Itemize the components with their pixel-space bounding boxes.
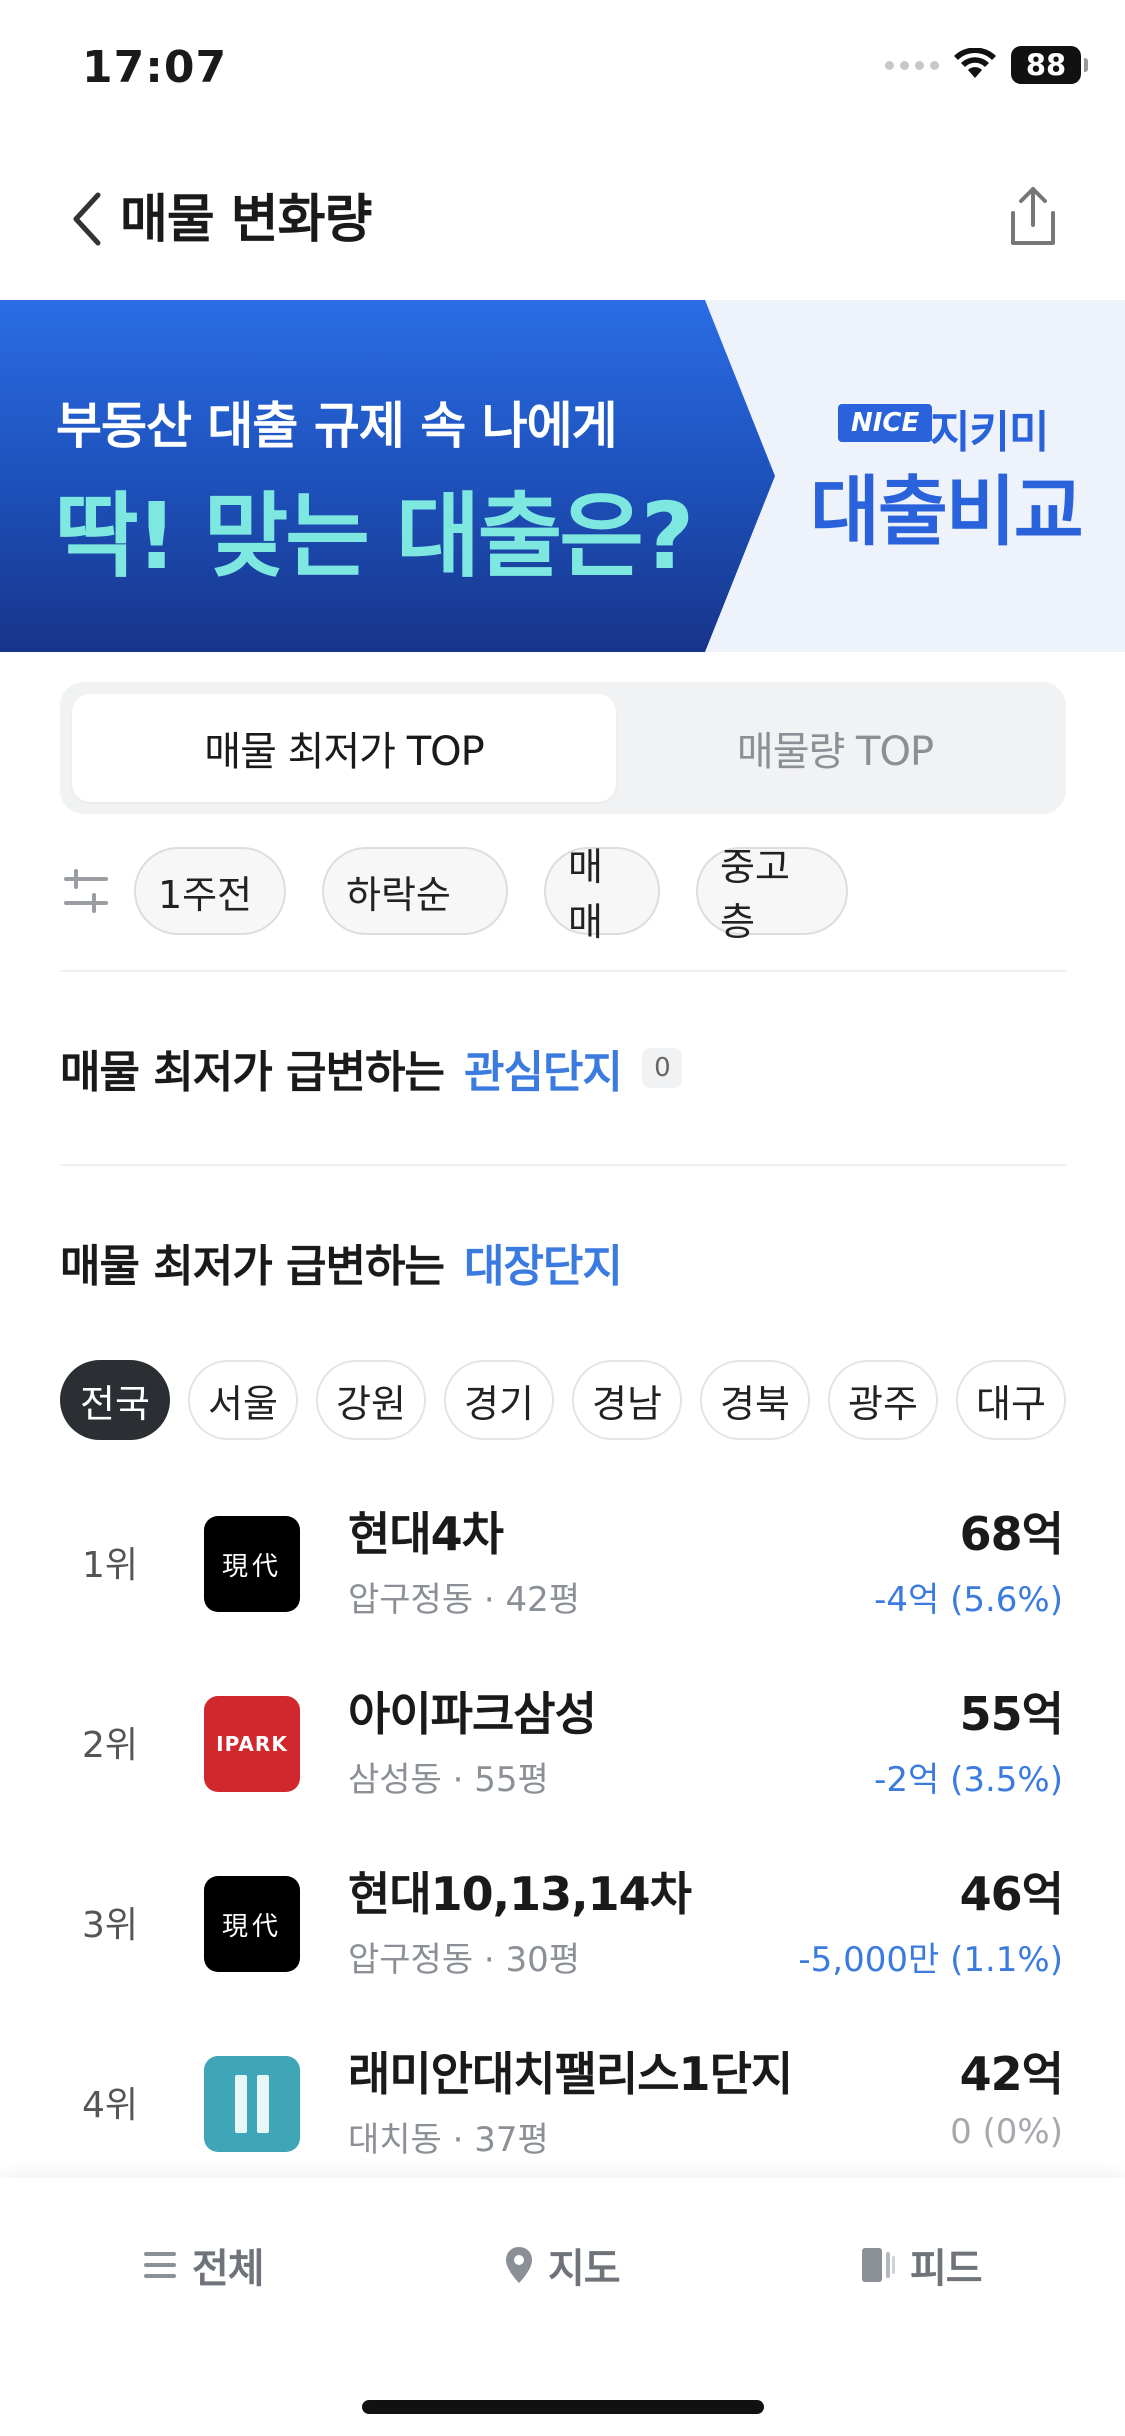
region-chip-gangwon[interactable]: 강원	[316, 1360, 426, 1440]
nav-all-label: 전체	[192, 2246, 265, 2292]
section-title-prefix: 매물 최저가 급변하는	[60, 1047, 445, 1098]
region-chip-seoul[interactable]: 서울	[188, 1360, 298, 1440]
filter-sliders-icon[interactable]	[60, 865, 112, 917]
price-change: -5,000만 (1.1%)	[798, 1940, 1063, 1980]
nav-map-label: 지도	[548, 2246, 621, 2292]
region-chip-gwangju[interactable]: 광주	[828, 1360, 938, 1440]
tab-lowest-price-top[interactable]: 매물 최저가 TOP	[72, 694, 616, 802]
major-section-title: 매물 최저가 급변하는 대장단지	[60, 1230, 623, 1294]
interest-count-badge: 0	[641, 1048, 682, 1088]
ranking-item[interactable]: 1위 現代 현대4차 압구정동 · 42평 68억 -4억 (5.6%)	[0, 1470, 1125, 1650]
battery-indicator: 88	[1011, 46, 1088, 84]
banner-left-panel: 부동산 대출 규제 속 나에게 딱! 맞는 대출은?	[0, 300, 775, 652]
lowest-price: 55억	[959, 1687, 1064, 1741]
complex-location-size: 대치동 · 37평	[348, 2120, 549, 2160]
ipark-logo: IPARK	[204, 1696, 300, 1792]
nav-map[interactable]: 지도	[504, 2230, 621, 2300]
cellular-signal-icon	[885, 60, 939, 70]
filter-row: 1주전 하락순 매매 중고층	[60, 845, 1066, 944]
divider	[60, 970, 1066, 972]
nav-feed[interactable]: 피드	[860, 2230, 983, 2300]
nav-feed-label: 피드	[910, 2246, 983, 2292]
bottom-nav: 전체 지도 피드	[0, 2178, 1125, 2436]
raemian-logo	[204, 2056, 300, 2152]
price-change: -4억 (5.6%)	[874, 1580, 1063, 1620]
lowest-price: 42억	[959, 2047, 1064, 2101]
section-title-accent: 관심단지	[463, 1047, 623, 1098]
region-chip-gyeonggi[interactable]: 경기	[444, 1360, 554, 1440]
section-title-accent: 대장단지	[463, 1241, 623, 1292]
rank-number: 4위	[82, 2085, 139, 2126]
tab-listing-volume-top[interactable]: 매물량 TOP	[616, 694, 1054, 802]
complex-name: 아이파크삼성	[348, 1687, 597, 1741]
status-indicators: 88	[885, 46, 1088, 84]
ranking-item[interactable]: 4위 래미안대치팰리스1단지 대치동 · 37평 42억 0 (0%)	[0, 2010, 1125, 2190]
region-filter-row: 전국 서울 강원 경기 경남 경북 광주 대구	[60, 1360, 1066, 1440]
hyundai-logo: 現代	[204, 1876, 300, 1972]
ranking-type-tabs: 매물 최저가 TOP 매물량 TOP	[60, 682, 1066, 814]
ranking-item[interactable]: 2위 IPARK 아이파크삼성 삼성동 · 55평 55억 -2억 (3.5%)	[0, 1650, 1125, 1830]
region-chip-daegu[interactable]: 대구	[956, 1360, 1066, 1440]
menu-icon	[144, 2252, 176, 2278]
map-pin-icon	[506, 2247, 532, 2283]
nav-all[interactable]: 전체	[142, 2230, 265, 2300]
complex-name: 현대4차	[348, 1507, 504, 1561]
share-button[interactable]	[1001, 183, 1065, 251]
home-indicator	[362, 2400, 764, 2414]
region-chip-all[interactable]: 전국	[60, 1360, 170, 1440]
price-change: 0 (0%)	[950, 2112, 1063, 2152]
complex-name: 래미안대치팰리스1단지	[348, 2047, 793, 2101]
hyundai-logo: 現代	[204, 1516, 300, 1612]
share-icon	[1011, 187, 1055, 245]
filter-chip-floor[interactable]: 중고층	[696, 845, 848, 944]
status-bar: 17:07 88	[0, 0, 1125, 135]
interest-section-title: 매물 최저가 급변하는 관심단지 0	[60, 1036, 682, 1100]
rank-number: 3위	[82, 1905, 139, 1946]
filter-chip-deal-type[interactable]: 매매	[544, 845, 660, 944]
rank-number: 2위	[82, 1725, 139, 1766]
status-time: 17:07	[82, 42, 228, 93]
banner-cta: 대출비교	[810, 467, 1084, 556]
region-chip-gyeongbuk[interactable]: 경북	[700, 1360, 810, 1440]
ranking-item[interactable]: 3위 現代 현대10,13,14차 압구정동 · 30평 46억 -5,000만…	[0, 1830, 1125, 2010]
price-change: -2억 (3.5%)	[874, 1760, 1063, 1800]
lowest-price: 68억	[959, 1507, 1064, 1561]
rank-number: 1위	[82, 1545, 139, 1586]
wifi-icon	[954, 48, 996, 78]
region-chip-gyeongnam[interactable]: 경남	[572, 1360, 682, 1440]
banner-headline: 부동산 대출 규제 속 나에게	[56, 397, 618, 455]
filter-chip-period[interactable]: 1주전	[134, 847, 286, 935]
lowest-price: 46억	[959, 1867, 1064, 1921]
filter-chip-sort[interactable]: 하락순	[322, 847, 508, 935]
divider	[60, 1164, 1066, 1166]
chevron-left-icon	[73, 192, 101, 246]
complex-location-size: 압구정동 · 30평	[348, 1940, 581, 1980]
section-title-prefix: 매물 최저가 급변하는	[60, 1241, 445, 1292]
complex-location-size: 압구정동 · 42평	[348, 1580, 581, 1620]
banner-tagline: 딱! 맞는 대출은?	[54, 483, 694, 590]
feed-icon	[862, 2248, 895, 2282]
loan-comparison-banner[interactable]: 부동산 대출 규제 속 나에게 딱! 맞는 대출은? NICE 지키미 대출비교	[0, 300, 1125, 652]
complex-name: 현대10,13,14차	[348, 1867, 692, 1921]
page-title: 매물 변화량	[120, 190, 372, 250]
nice-logo: NICE	[838, 404, 933, 442]
back-button[interactable]	[64, 187, 114, 251]
nav-header: 매물 변화량	[0, 135, 1125, 300]
complex-location-size: 삼성동 · 55평	[348, 1760, 549, 1800]
